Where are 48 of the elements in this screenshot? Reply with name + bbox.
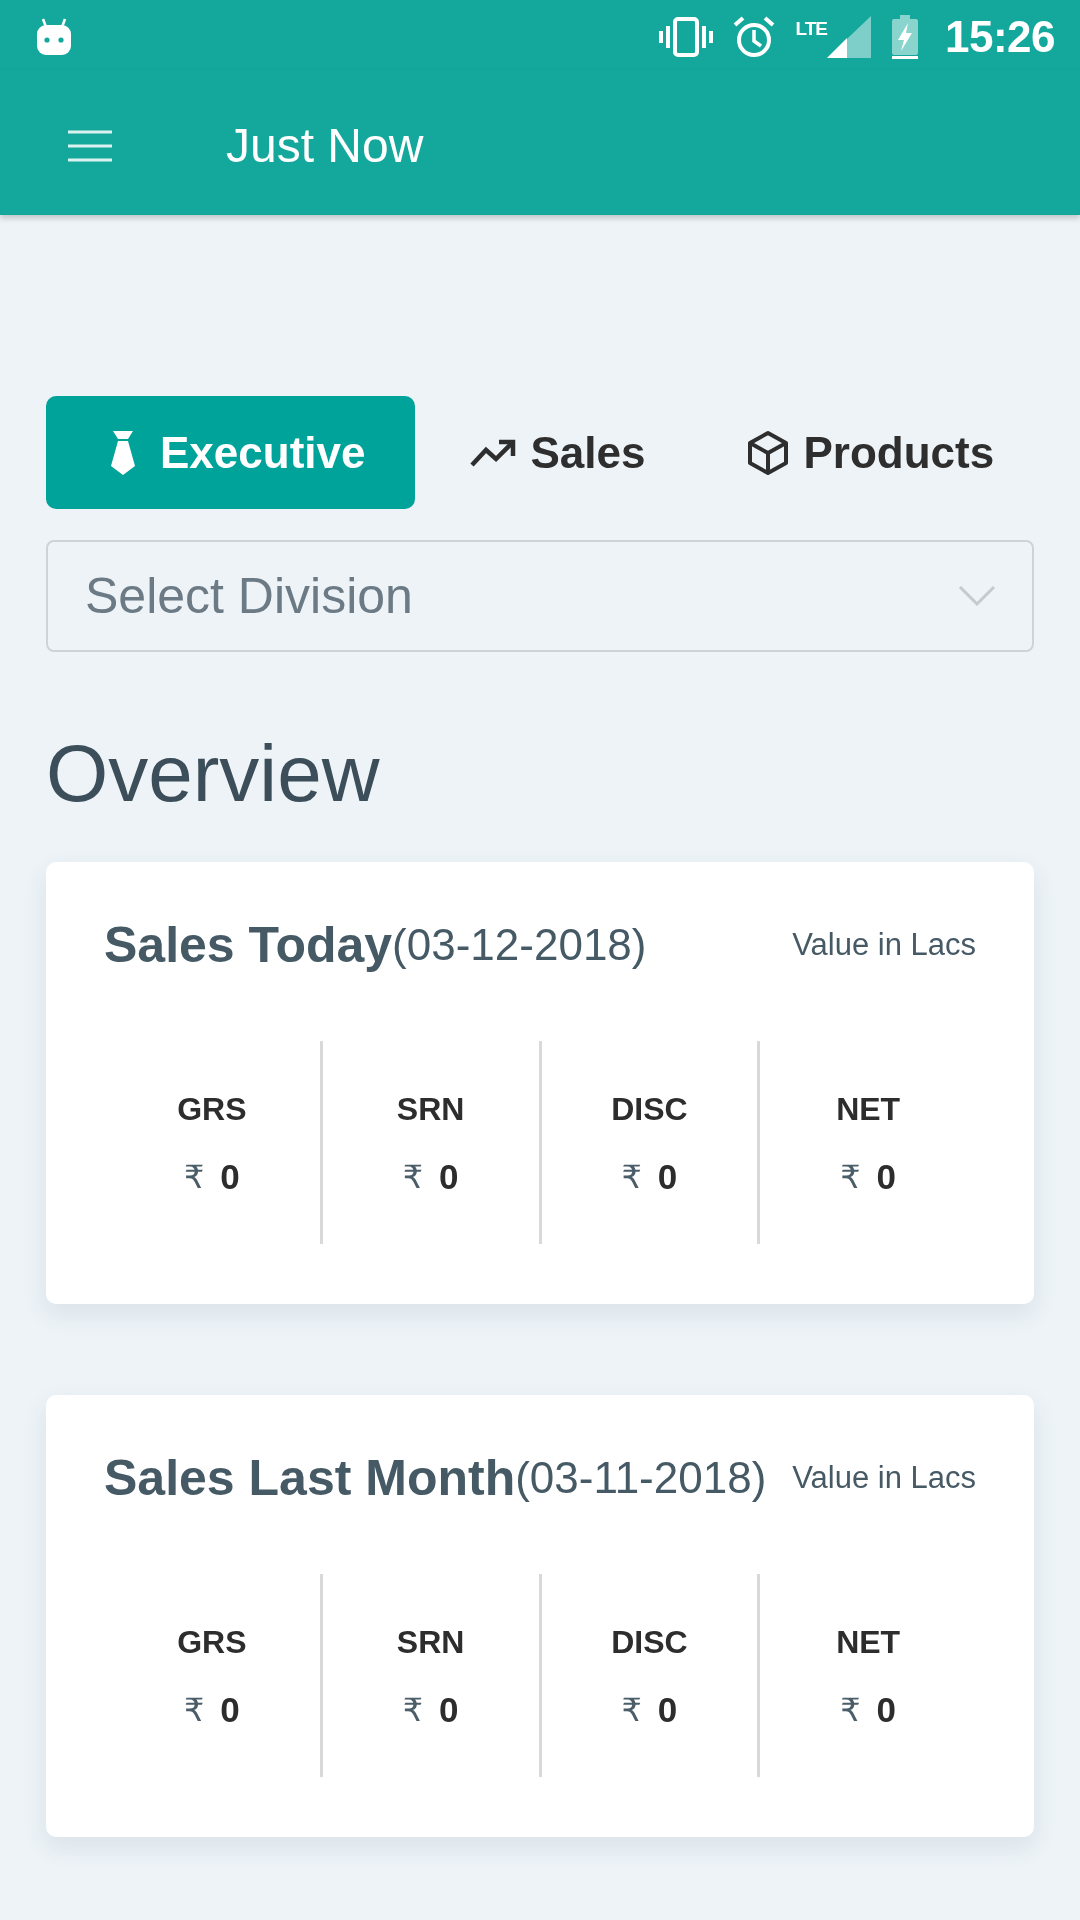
currency-symbol: ₹: [183, 1156, 205, 1197]
currency-symbol: ₹: [402, 1156, 424, 1197]
metric-value: 0: [657, 1156, 678, 1197]
metric-label: NET: [836, 1622, 901, 1662]
tie-icon: [110, 430, 136, 475]
metric-label: DISC: [611, 1622, 688, 1662]
card-title: Sales Last Month: [104, 1449, 516, 1508]
metric-value: 0: [876, 1689, 897, 1730]
currency-symbol: ₹: [840, 1156, 861, 1197]
battery-charging-icon: [890, 15, 919, 59]
metric-label: SRN: [396, 1089, 465, 1129]
metric-value: 0: [657, 1689, 678, 1730]
unit-note: Value in Lacs: [792, 926, 976, 964]
network-type-label: LTE: [795, 19, 827, 38]
metric-label: GRS: [177, 1089, 247, 1129]
metric-label: NET: [836, 1089, 901, 1129]
tab[interactable]: Products: [692, 396, 1042, 509]
currency-symbol: ₹: [840, 1689, 861, 1730]
robot-icon: [36, 18, 72, 56]
metric-value: 0: [439, 1689, 459, 1730]
cube-icon: [747, 429, 790, 476]
section-heading: Overview: [46, 728, 381, 820]
division-select[interactable]: Select Division: [46, 540, 1034, 652]
metric-value: 0: [220, 1689, 240, 1730]
date-label: (03-11-2018): [515, 1451, 767, 1504]
tab[interactable]: Sales: [415, 396, 693, 509]
trend-up-icon: [470, 438, 517, 467]
menu-button[interactable]: [68, 129, 112, 162]
metric-value: 0: [876, 1156, 897, 1197]
card-title: Sales Today: [104, 916, 393, 975]
metric-label: DISC: [611, 1089, 688, 1129]
currency-symbol: ₹: [183, 1689, 205, 1730]
cell-signal-icon: [826, 16, 871, 58]
alarm-clock-icon: [733, 16, 776, 58]
unit-note: Value in Lacs: [792, 1459, 976, 1497]
clock-time: 15:26: [944, 15, 1055, 59]
menu-icon: [68, 129, 112, 162]
app-title: Just Now: [226, 117, 424, 174]
currency-symbol: ₹: [402, 1689, 424, 1730]
date-label: (03-12-2018): [392, 918, 647, 969]
currency-symbol: ₹: [621, 1689, 642, 1730]
metric-label: SRN: [396, 1622, 465, 1662]
metric-value: 0: [220, 1156, 240, 1197]
metric-value: 0: [439, 1156, 459, 1197]
vibrate-icon: [659, 17, 714, 57]
chevron-down-icon: [958, 585, 996, 607]
currency-symbol: ₹: [621, 1156, 642, 1197]
metric-label: GRS: [177, 1622, 247, 1662]
